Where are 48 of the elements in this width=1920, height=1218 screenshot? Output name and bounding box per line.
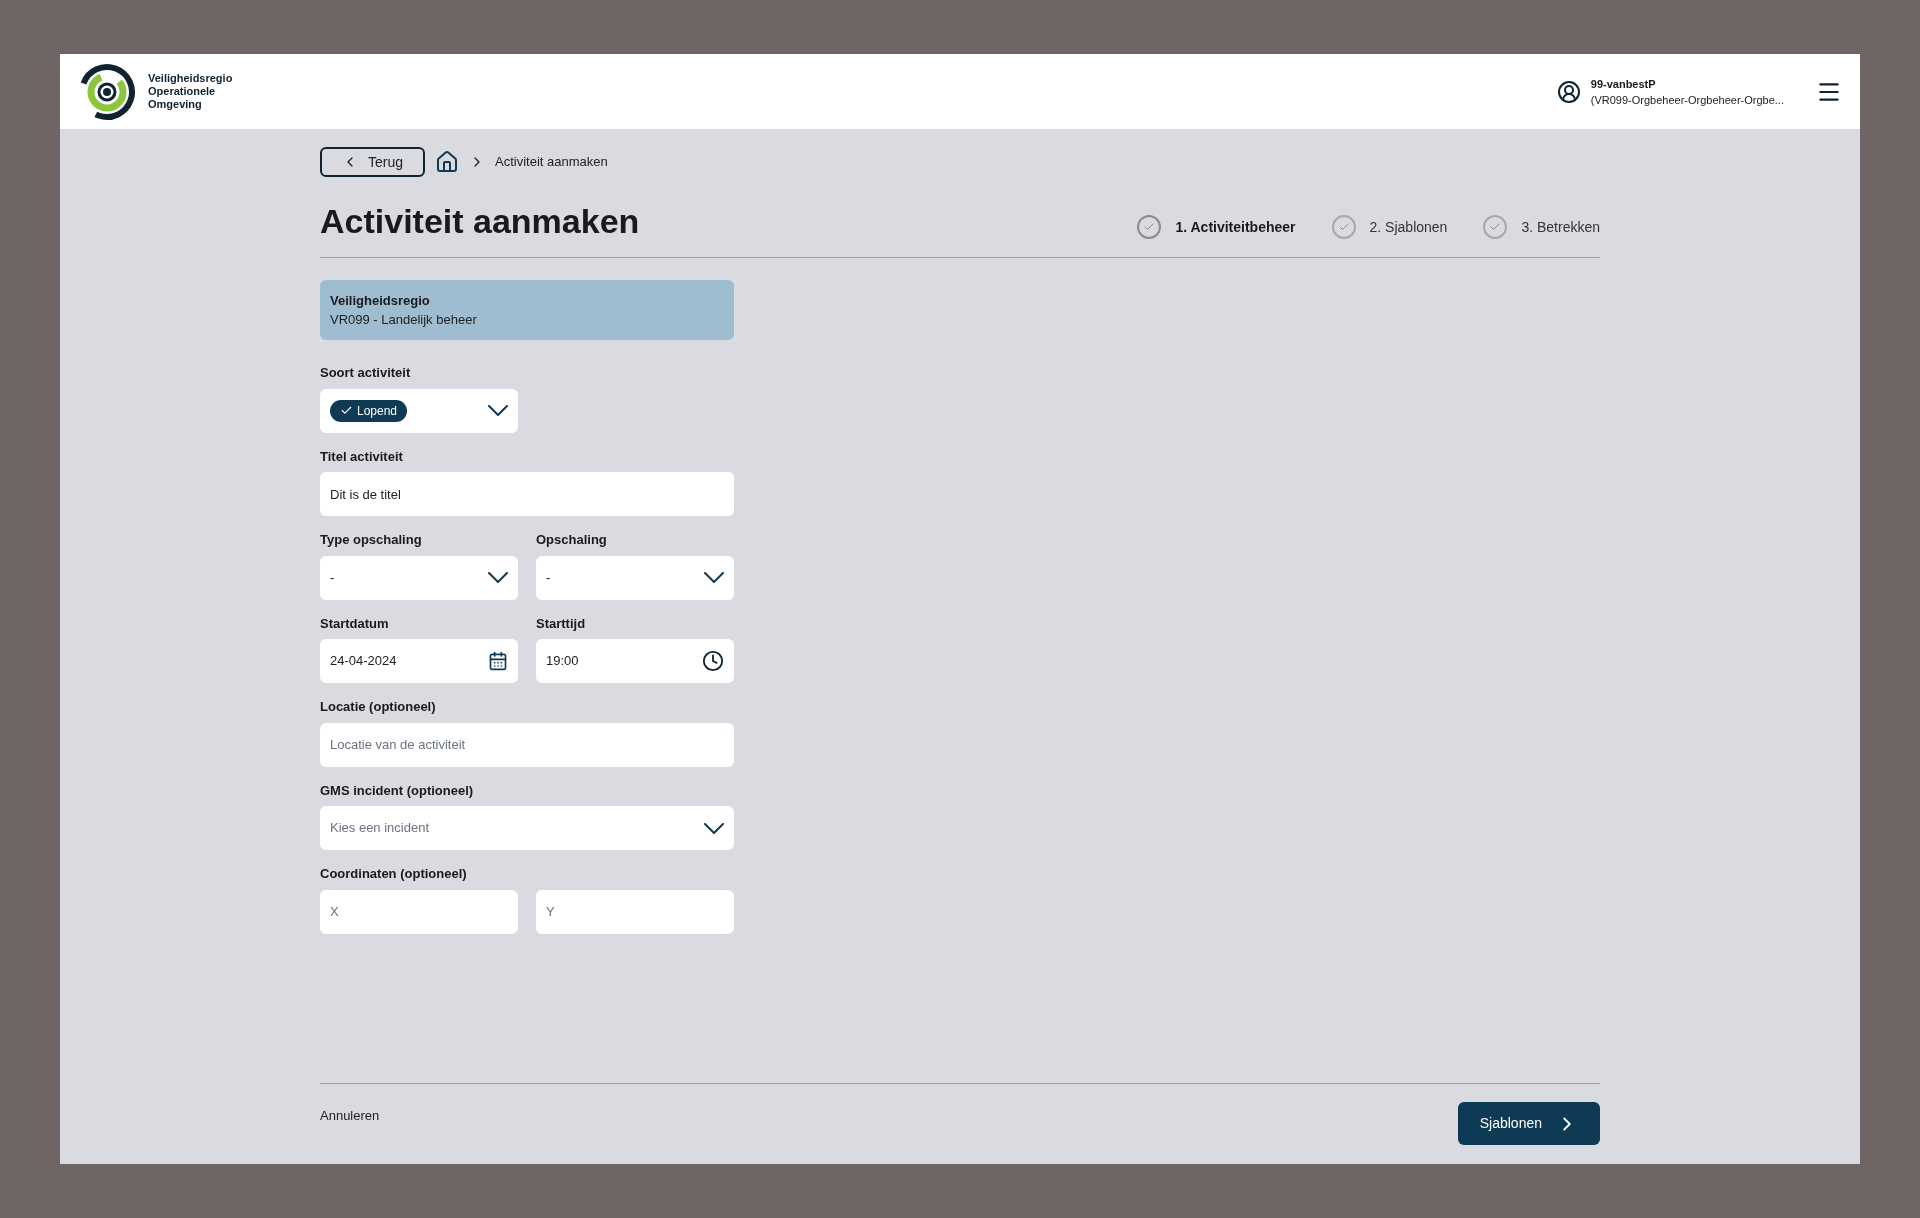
dropdown-value: - <box>330 568 335 587</box>
logo-text: Veiligheidsregio Operationele Omgeving <box>148 72 233 111</box>
field-label: Coordinaten (optioneel) <box>320 865 468 883</box>
field-label: Starttijd <box>536 614 587 633</box>
input-field[interactable]: Locatie van de activiteit <box>320 722 734 767</box>
user-organisation: (VR099-Orgbeheer-Orgbeheer-Orgbe... <box>1590 92 1784 108</box>
dropdown-value: - <box>546 568 551 587</box>
calendar-icon <box>488 651 508 671</box>
field-label: Locatie (optioneel) <box>320 698 437 716</box>
back-button[interactable]: Terug <box>320 147 426 177</box>
step-tab[interactable]: 2. Sjablonen <box>1331 215 1448 239</box>
date-field[interactable]: 24-04-2024 <box>320 639 518 683</box>
field-label: Opschaling <box>536 531 608 549</box>
field-label: Type opschaling <box>320 531 423 549</box>
field-label: GMS incident (optioneel) <box>320 781 475 800</box>
clock-icon <box>702 650 724 672</box>
region-label: Veiligheidsregio <box>330 291 431 310</box>
step-tab[interactable]: 3. Betrekken <box>1483 215 1600 239</box>
time-field[interactable]: 19:00 <box>536 639 734 683</box>
user-name: 99-vanbestP <box>1590 76 1657 92</box>
page-title: Activiteit aanmaken <box>320 201 640 241</box>
field-label: Startdatum <box>320 614 390 633</box>
dropdown-value: Kies een incident <box>330 819 429 838</box>
chevron-down-icon <box>488 405 508 416</box>
next-button[interactable]: Sjablonen <box>1457 1102 1600 1145</box>
activity-type-select[interactable]: Lopend <box>320 388 518 433</box>
check-icon <box>340 404 353 417</box>
dropdown-field[interactable]: - <box>320 555 518 600</box>
chevron-down-icon <box>704 572 724 583</box>
dropdown-field[interactable]: Kies een incident <box>320 806 734 850</box>
chevron-down-icon <box>704 822 724 834</box>
user-icon[interactable] <box>1556 79 1581 104</box>
breadcrumb-current: Activiteit aanmaken <box>495 153 608 172</box>
input-field[interactable]: Y <box>536 889 734 934</box>
status-tag: Lopend <box>330 399 408 422</box>
input-field[interactable]: X <box>320 889 518 934</box>
region-value: VR099 - Landelijk beheer <box>330 311 478 329</box>
field-value: 24-04-2024 <box>330 652 397 671</box>
logo-icon <box>78 62 136 121</box>
step-tab[interactable]: 1. Activiteitbeheer <box>1137 215 1296 239</box>
cancel-link[interactable]: Annuleren <box>320 1106 380 1126</box>
chevron-down-icon <box>488 572 508 583</box>
field-label: Titel activiteit <box>320 447 404 466</box>
field-value: 19:00 <box>546 652 579 671</box>
field-label: Soort activiteit <box>320 364 412 382</box>
dropdown-field[interactable]: - <box>536 555 734 600</box>
home-icon[interactable] <box>435 150 460 174</box>
input-field[interactable]: Dit is de titel <box>320 472 734 516</box>
